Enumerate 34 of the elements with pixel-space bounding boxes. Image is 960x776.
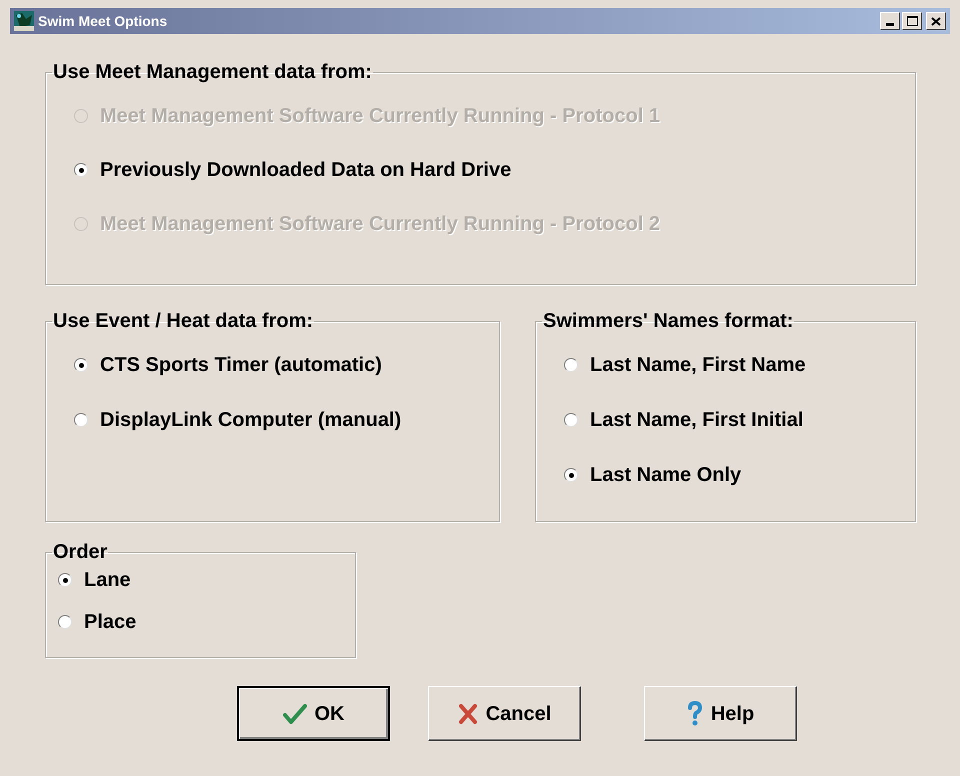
minimize-button[interactable] (880, 12, 900, 30)
option-label: Place (84, 610, 136, 634)
group-title: Use Meet Management data from: (52, 60, 373, 84)
question-mark-icon (686, 700, 703, 726)
radio-button[interactable] (74, 413, 88, 427)
radio-button[interactable] (74, 163, 88, 177)
window-title: Swim Meet Options (38, 12, 168, 31)
radio-button[interactable] (58, 615, 72, 629)
minimize-icon (886, 23, 894, 26)
dialog-button[interactable]: Cancel (428, 686, 581, 741)
check-icon (282, 702, 306, 724)
option-label: DisplayLink Computer (manual) (100, 408, 402, 432)
group-title: Use Event / Heat data from: (52, 309, 314, 333)
dialog-button[interactable]: Help (644, 686, 797, 741)
x-icon (458, 702, 478, 724)
radio-button[interactable] (74, 358, 88, 372)
app-icon (14, 11, 34, 31)
radio-button[interactable] (564, 468, 578, 482)
option-label: Last Name, First Name (590, 353, 806, 377)
option-label: Previously Downloaded Data on Hard Drive (100, 158, 512, 182)
maximize-button[interactable] (902, 12, 922, 30)
radio-button[interactable] (564, 413, 578, 427)
radio-button[interactable] (58, 573, 72, 587)
dialog-button[interactable]: OK (237, 686, 390, 741)
option-label: CTS Sports Timer (automatic) (100, 353, 382, 377)
option-label: Lane (84, 568, 131, 592)
group-title: Swimmers' Names format: (542, 309, 794, 333)
group-title: Order (52, 540, 108, 564)
option-label: Last Name, First Initial (590, 408, 804, 432)
maximize-icon (906, 16, 918, 26)
radio-button[interactable] (564, 358, 578, 372)
close-button[interactable] (926, 12, 946, 30)
close-icon (931, 16, 941, 26)
option-label: Last Name Only (590, 463, 742, 487)
